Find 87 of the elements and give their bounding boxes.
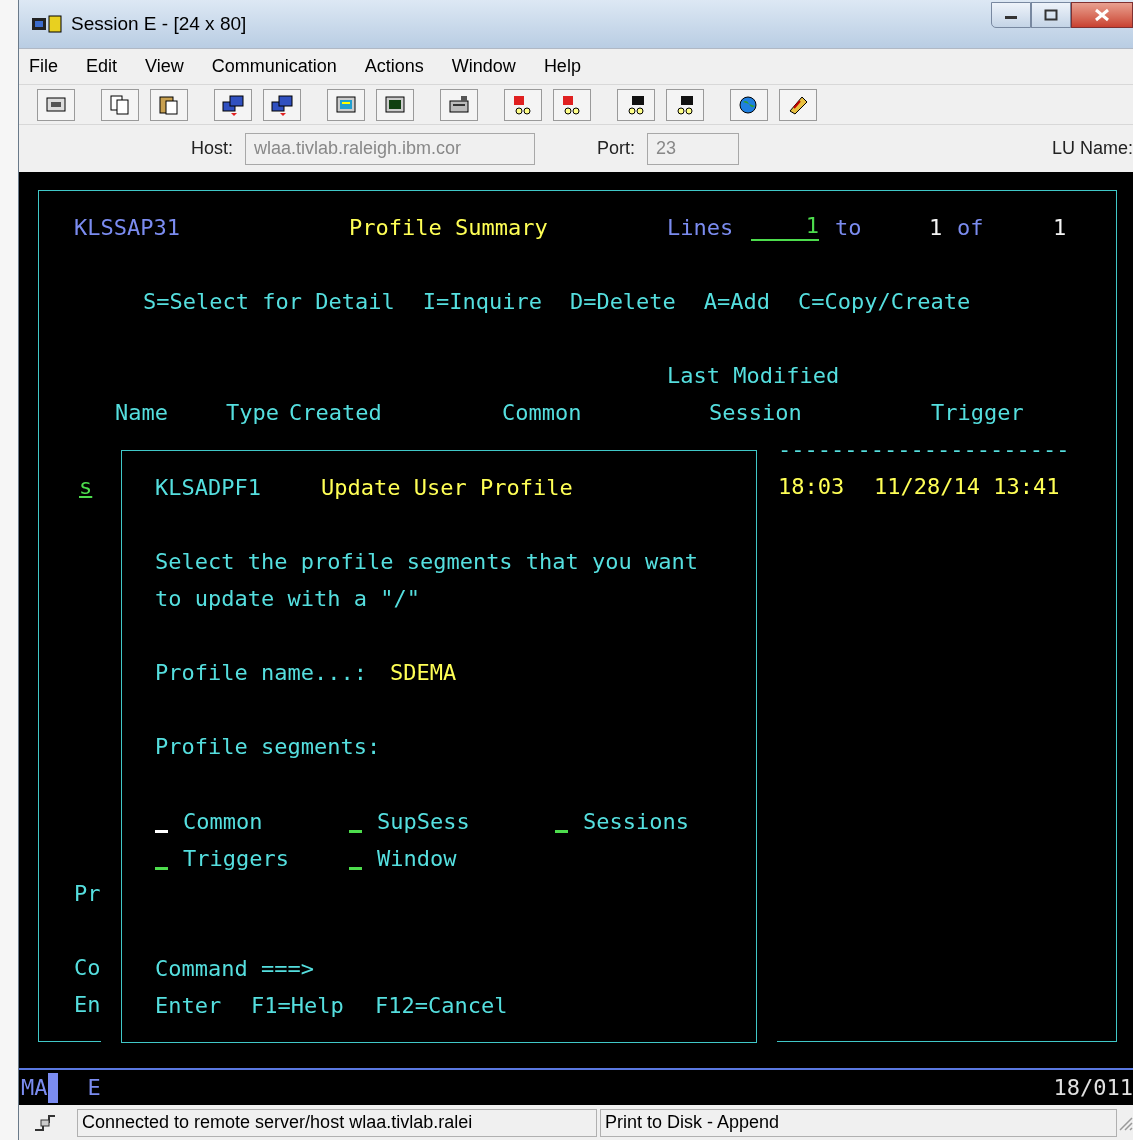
toolbar-button[interactable] — [553, 88, 591, 121]
lines-total: 1 — [1053, 216, 1067, 239]
toolbar-button[interactable] — [617, 88, 655, 121]
profile-name-label: Profile name...: — [155, 661, 367, 684]
terminal-app-icon — [31, 15, 63, 33]
toolbar-button[interactable] — [779, 88, 817, 121]
mode-indicator: MA — [21, 1074, 48, 1102]
action-code: C=Copy/Create — [798, 290, 971, 313]
menu-item[interactable]: Actions — [364, 53, 424, 80]
segment-label: Common — [183, 811, 263, 833]
cut-off-text: Pr — [74, 882, 101, 905]
column-header: Session — [709, 401, 802, 424]
column-header: Common — [502, 401, 582, 424]
to-label: to — [835, 216, 862, 239]
monitors-icon — [221, 92, 245, 117]
instruction-text: Select the profile segments that you want — [155, 550, 699, 573]
panel-title: Profile Summary — [349, 216, 548, 239]
lines-field[interactable]: 1 — [751, 214, 819, 241]
toolbar-button[interactable] — [150, 88, 188, 121]
toolbar-button[interactable] — [37, 88, 75, 121]
copy-icon — [108, 92, 132, 117]
menu-item[interactable]: Help — [543, 53, 581, 80]
toolbar-button[interactable] — [376, 88, 414, 121]
toolbar-button[interactable] — [666, 88, 704, 121]
menu-item[interactable]: View — [145, 53, 184, 80]
toolbar-button[interactable] — [263, 88, 301, 121]
resize-grip-icon — [1117, 1114, 1133, 1131]
menu-item[interactable]: File — [29, 53, 58, 80]
host-label: Host: — [191, 137, 233, 160]
selection-field[interactable] — [555, 830, 568, 833]
close-button[interactable] — [1071, 2, 1133, 28]
lines-shown: 1 — [929, 216, 943, 239]
menu-item[interactable]: Communication — [211, 53, 337, 80]
toolbar-button[interactable] — [214, 88, 252, 121]
minimize-button[interactable] — [991, 2, 1031, 28]
menu-item[interactable]: Window — [451, 53, 516, 80]
function-key: F12=Cancel — [375, 994, 508, 1017]
dialog-panel-id: KLSADPF1 — [155, 476, 261, 499]
segments-label: Profile segments: — [155, 735, 381, 758]
lu-name-label: LU Name: — [1051, 137, 1133, 160]
selection-field[interactable] — [155, 830, 168, 833]
menu-item[interactable]: Edit — [86, 53, 118, 80]
table-cell: 11/28/14 13:41 — [874, 475, 1060, 498]
segment-label: Triggers — [183, 848, 289, 870]
toolbar-button[interactable] — [730, 88, 768, 121]
table-cell: 18:03 — [778, 475, 845, 498]
window-title: Session E - [24 x 80] — [71, 11, 247, 36]
column-header: Trigger — [931, 401, 1024, 424]
action-code: A=Add — [703, 290, 771, 313]
column-group-header: Last Modified — [667, 364, 840, 387]
session-indicator: E — [87, 1074, 101, 1102]
selection-field[interactable] — [349, 830, 362, 833]
select-field[interactable]: s — [79, 475, 93, 498]
action-code: I=Inquire — [422, 290, 542, 313]
action-code: S=Select for Detail — [143, 290, 395, 313]
instruction-text: to update with a "/" — [155, 587, 420, 610]
function-key: F1=Help — [251, 994, 344, 1017]
cursor-position: 18/011 — [1053, 1074, 1133, 1102]
command-label: Command ===> — [155, 957, 314, 980]
maximize-icon — [1044, 9, 1058, 21]
selection-field[interactable] — [155, 867, 168, 870]
profile-name-value: SDEMA — [390, 661, 457, 684]
port-label: Port: — [597, 137, 636, 160]
selection-field[interactable] — [349, 867, 362, 870]
of-label: of — [957, 216, 984, 239]
monitors-icon — [270, 92, 294, 117]
toolbar-button[interactable] — [504, 88, 542, 121]
status-text: Connected to remote server/host wlaa.tivlab.ralei — [77, 1108, 597, 1137]
segment-label: Sessions — [583, 811, 689, 833]
toolbar-button[interactable] — [440, 88, 478, 121]
action-code: D=Delete — [569, 290, 676, 313]
status-text: Print to Disk - Append — [600, 1108, 1117, 1137]
dialog-title: Update User Profile — [321, 476, 573, 499]
lines-label: Lines — [667, 216, 734, 239]
panel-id: KLSSAP31 — [74, 216, 180, 239]
close-icon — [1094, 8, 1110, 22]
cut-off-text: Co — [74, 956, 101, 979]
segment-label: SupSess — [377, 811, 470, 833]
column-separator: ---------------------- — [778, 438, 1070, 461]
function-key: Enter — [155, 994, 222, 1017]
column-header: Created — [289, 401, 382, 424]
cursor-block — [47, 1072, 58, 1103]
column-header: Name — [115, 401, 168, 424]
segment-label: Window — [377, 848, 457, 870]
cut-off-text: En — [74, 993, 101, 1016]
column-header: Type — [226, 401, 279, 424]
maximize-button[interactable] — [1031, 2, 1071, 28]
